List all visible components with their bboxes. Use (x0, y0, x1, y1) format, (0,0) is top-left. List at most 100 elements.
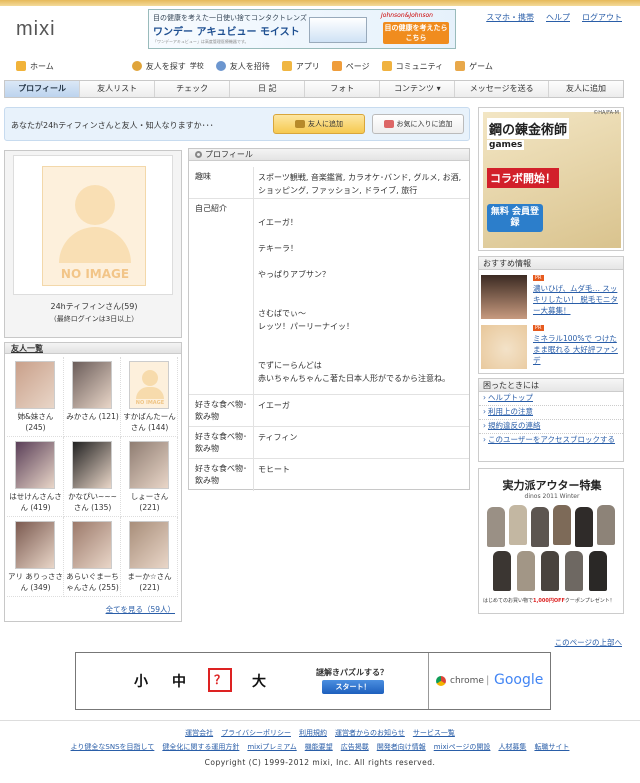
footer-link[interactable]: サービス一覧 (413, 729, 455, 737)
friend-name[interactable]: かなぴい~~~さん (135) (65, 491, 120, 513)
friend-thumbnail[interactable] (72, 441, 112, 489)
mobile-link[interactable]: スマホ・携帯 (486, 12, 534, 23)
invite-icon (215, 61, 226, 71)
footer-link[interactable]: 利用規約 (299, 729, 327, 737)
header-ad-banner[interactable]: 目の健康を考えた一日使い捨てコンタクトレンズ ワンデー アキュビュー モイスト … (148, 9, 456, 49)
help-link[interactable]: ヘルプ (546, 12, 570, 23)
friend-thumbnail[interactable] (15, 441, 55, 489)
tab-contents[interactable]: コンテンツ ▾ (380, 81, 456, 97)
nav-game[interactable]: ゲーム (455, 61, 493, 72)
help-link-report[interactable]: › 規約違反の連絡 (479, 420, 623, 434)
footer-link[interactable]: 運営者からのお知らせ (335, 729, 405, 737)
puzzle-question-box: ？ (208, 668, 232, 692)
profile-photo[interactable]: NO IMAGE (13, 155, 173, 295)
friend-item[interactable]: アリ ありっささん (349) (7, 517, 64, 597)
friend-thumbnail[interactable] (15, 361, 55, 409)
brand-separator: | (486, 675, 490, 686)
tab-check[interactable]: チェック (155, 81, 231, 97)
friend-item[interactable]: しょーさん (221) (121, 437, 178, 517)
friend-list-title[interactable]: 友人一覧 (5, 343, 181, 354)
coat-image (493, 551, 511, 591)
friend-item[interactable]: はせけんさんさん (419) (7, 437, 64, 517)
friend-item[interactable]: あらいぐまーちゃんさん (255) (64, 517, 121, 597)
footer-link[interactable]: 開発者向け情報 (377, 743, 426, 751)
mixi-logo[interactable]: mixi (16, 18, 56, 41)
add-favorite-button[interactable]: お気に入りに追加 (372, 114, 464, 134)
ad-divider (428, 653, 429, 709)
footer-link[interactable]: より健全なSNSを目指して (71, 743, 155, 751)
add-friend-bar: あなたが24hティフィンさんと友人・知人なりますか･･･ 友人に追加 お気に入り… (4, 107, 470, 141)
footer-link[interactable]: 健全化に関する運用方針 (162, 743, 239, 751)
friend-name[interactable]: みかさん (121) (65, 411, 120, 422)
recommend-item[interactable]: PR ミネラル100%で つけたまま眠れる 大好評ファンデ (481, 323, 621, 369)
nav-find-friends[interactable]: 友人を探す 学校 (131, 61, 204, 72)
ad-line1: 目の健康を考えた一日使い捨てコンタクトレンズ (153, 14, 307, 22)
friend-name[interactable]: すかばんたーんさん (144) (122, 411, 177, 433)
footer-link[interactable]: 広告掲載 (341, 743, 369, 751)
nav-invite[interactable]: 友人を招待 (215, 61, 270, 72)
footer-link[interactable]: プライバシーポリシー (221, 729, 291, 737)
friend-item[interactable]: NO IMAGE すかばんたーんさん (144) (121, 357, 178, 437)
tab-send-message[interactable]: メッセージを送る (455, 81, 549, 97)
friend-item[interactable]: みかさん (121) (64, 357, 121, 437)
friend-thumbnail[interactable]: NO IMAGE (129, 361, 169, 409)
footer-link[interactable]: 機能要望 (305, 743, 333, 751)
help-link-notes[interactable]: › 利用上の注意 (479, 406, 623, 420)
friend-name[interactable]: アリ ありっささん (349) (8, 571, 63, 593)
profile-row-food-2: 好きな食べ物･飲み物 ティフィン (189, 427, 469, 459)
ad-collab: コラボ開始！ (487, 168, 559, 188)
tab-photo[interactable]: フォト (305, 81, 381, 97)
friend-name[interactable]: あらいぐまーちゃんさん (255) (65, 571, 120, 593)
help-link-top[interactable]: › ヘルプトップ (479, 392, 623, 406)
see-all-friends-link[interactable]: 全てを見る（59人） (106, 604, 175, 615)
friend-item[interactable]: 姉&妹さん (245) (7, 357, 64, 437)
friend-thumbnail[interactable] (129, 521, 169, 569)
intro-line (258, 203, 463, 216)
ad-register-button[interactable]: 無料 会員登録 (487, 204, 543, 232)
coat-image (487, 507, 505, 547)
game-icon (455, 61, 466, 71)
tab-diary[interactable]: 日 記 (230, 81, 306, 97)
outerwear-ad[interactable]: 実力派アウター特集 dinos 2011 Winter はじめてのお買い物で1,… (478, 468, 624, 614)
tab-friend-list[interactable]: 友人リスト (80, 81, 156, 97)
friend-thumbnail[interactable] (129, 441, 169, 489)
friend-name[interactable]: しょーさん (221) (122, 491, 177, 513)
puzzle-prompt: 謎解きパズルする？ (316, 668, 388, 677)
nav-home[interactable]: ホーム (16, 61, 54, 72)
page-top-link[interactable]: このページの上部へ (555, 637, 622, 648)
nav-community[interactable]: コミュニティ (381, 61, 443, 72)
help-link-block[interactable]: › このユーザーをアクセスブロックする (479, 434, 623, 448)
nav-app[interactable]: アプリ (281, 61, 320, 72)
top-links: スマホ・携帯 ヘルプ ログアウト (486, 12, 622, 23)
profile-details: プロフィール 趣味 スポーツ観戦, 音楽鑑賞, カラオケ･バンド, グルメ, お… (188, 148, 470, 491)
add-friend-button[interactable]: 友人に追加 (273, 114, 365, 134)
placeholder-body (59, 227, 131, 263)
ad-credit: ©HA/FA-M (593, 110, 619, 116)
fullmetal-ad[interactable]: 鋼の錬金術師 games コラボ開始！ 無料 会員登録 ©HA/FA-M (478, 107, 624, 251)
friend-name[interactable]: まーか☆さん (221) (122, 571, 177, 593)
footer-link[interactable]: mixiページの開設 (434, 743, 491, 751)
friend-item[interactable]: まーか☆さん (221) (121, 517, 178, 597)
ad-cta-button[interactable]: 目の健康を考えたらこちら (383, 22, 449, 44)
nav-page[interactable]: ページ (331, 61, 370, 72)
start-button[interactable]: スタート！ (322, 680, 384, 694)
ad-brand: Johnson&Johnson (381, 12, 433, 19)
ad-title: 鋼の錬金術師 (487, 118, 570, 139)
recommend-item[interactable]: PR 濃いひげ、ムダ毛… スッキリしたい！ 脱毛モニター大募集！ (481, 273, 621, 319)
no-image-placeholder: NO IMAGE (42, 166, 146, 286)
logout-link[interactable]: ログアウト (582, 12, 622, 23)
friend-name[interactable]: はせけんさんさん (419) (8, 491, 63, 513)
footer-link[interactable]: 運営会社 (185, 729, 213, 737)
friend-item[interactable]: かなぴい~~~さん (135) (64, 437, 121, 517)
friend-thumbnail[interactable] (15, 521, 55, 569)
tab-add-friend[interactable]: 友人に追加 (549, 81, 623, 97)
footer-link[interactable]: mixiプレミアム (247, 743, 296, 751)
footer-link[interactable]: 人材募集 (498, 743, 526, 751)
tab-profile[interactable]: プロフィール (5, 81, 81, 97)
friend-thumbnail[interactable] (72, 521, 112, 569)
friend-thumbnail[interactable] (72, 361, 112, 409)
bottom-ad-banner[interactable]: 小 中 ？ 大 謎解きパズルする？ スタート！ chrome | Google (75, 652, 551, 710)
coat-image (517, 551, 535, 591)
friend-name[interactable]: 姉&妹さん (245) (8, 411, 63, 433)
footer-link[interactable]: 転職サイト (534, 743, 569, 751)
